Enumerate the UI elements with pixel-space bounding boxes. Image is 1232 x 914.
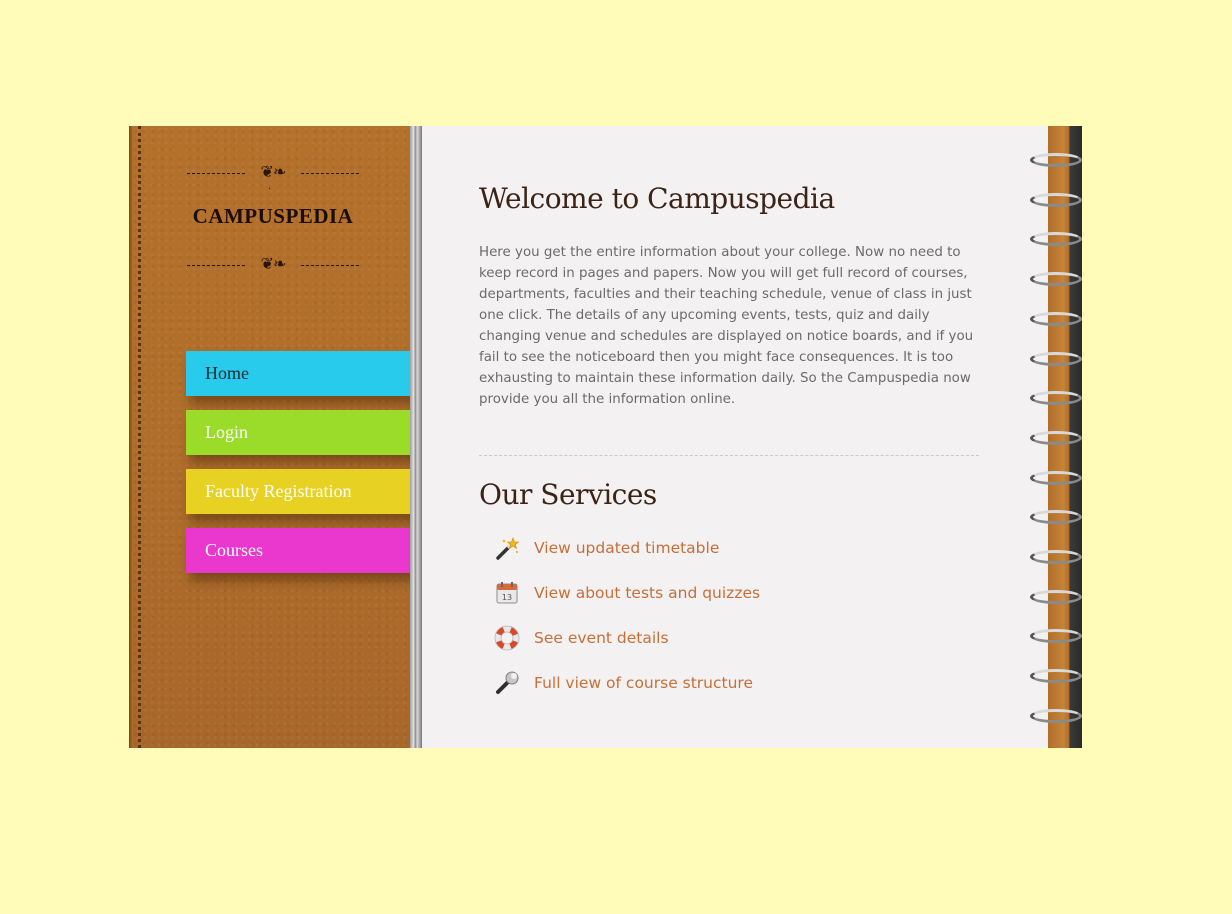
service-link-timetable[interactable]: View updated timetable (494, 535, 719, 561)
leather-cover: ❦❧ · CAMPUSPEDIA ❦❧ Home Login Faculty R… (129, 126, 422, 748)
nav-tab-login[interactable]: Login (186, 410, 419, 455)
page-title: Welcome to Campuspedia (479, 182, 835, 215)
top-ornament-icon: ❦❧ (187, 162, 359, 184)
service-label: View updated timetable (534, 539, 720, 557)
spiral-ring (1030, 430, 1082, 445)
service-label: See event details (534, 629, 669, 647)
services-heading: Our Services (479, 478, 657, 511)
spiral-ring (1030, 153, 1082, 167)
intro-text: Here you get the entire information abou… (479, 245, 974, 407)
page-stack-edge (410, 126, 422, 748)
spiral-ring (1030, 708, 1082, 723)
svg-text:13: 13 (502, 593, 512, 602)
nav-tab-home[interactable]: Home (186, 351, 421, 396)
section-divider (479, 455, 979, 456)
calendar-icon: 13 (494, 580, 520, 606)
content-page: Welcome to Campuspedia Here you get the … (422, 126, 1048, 748)
spiral-ring (1030, 470, 1082, 485)
bottom-ornament-icon: ❦❧ (187, 254, 359, 276)
nav-tab-faculty-registration[interactable]: Faculty Registration (186, 469, 417, 514)
notebook: ❦❧ · CAMPUSPEDIA ❦❧ Home Login Faculty R… (129, 126, 1082, 748)
spiral-ring (1030, 311, 1082, 326)
service-label: View about tests and quizzes (534, 584, 761, 602)
spiral-ring (1030, 589, 1082, 604)
magic-wand-icon (494, 535, 520, 561)
nav-tab-courses[interactable]: Courses (186, 528, 413, 573)
spiral-ring (1030, 550, 1082, 564)
spiral-ring (1030, 669, 1082, 684)
spiral-ring (1030, 192, 1082, 207)
service-link-events[interactable]: See event details (494, 625, 669, 651)
spiral-ring (1030, 351, 1082, 366)
service-label: Full view of course structure (534, 674, 753, 692)
service-link-course-structure[interactable]: Full view of course structure (494, 670, 753, 696)
site-logo-text: CAMPUSPEDIA (192, 204, 354, 228)
service-link-tests[interactable]: 13 View about tests and quizzes (494, 580, 760, 606)
wrench-icon (494, 670, 520, 696)
stitching-left (138, 126, 141, 748)
spiral-ring (1030, 272, 1082, 287)
lifebuoy-icon (494, 625, 520, 651)
